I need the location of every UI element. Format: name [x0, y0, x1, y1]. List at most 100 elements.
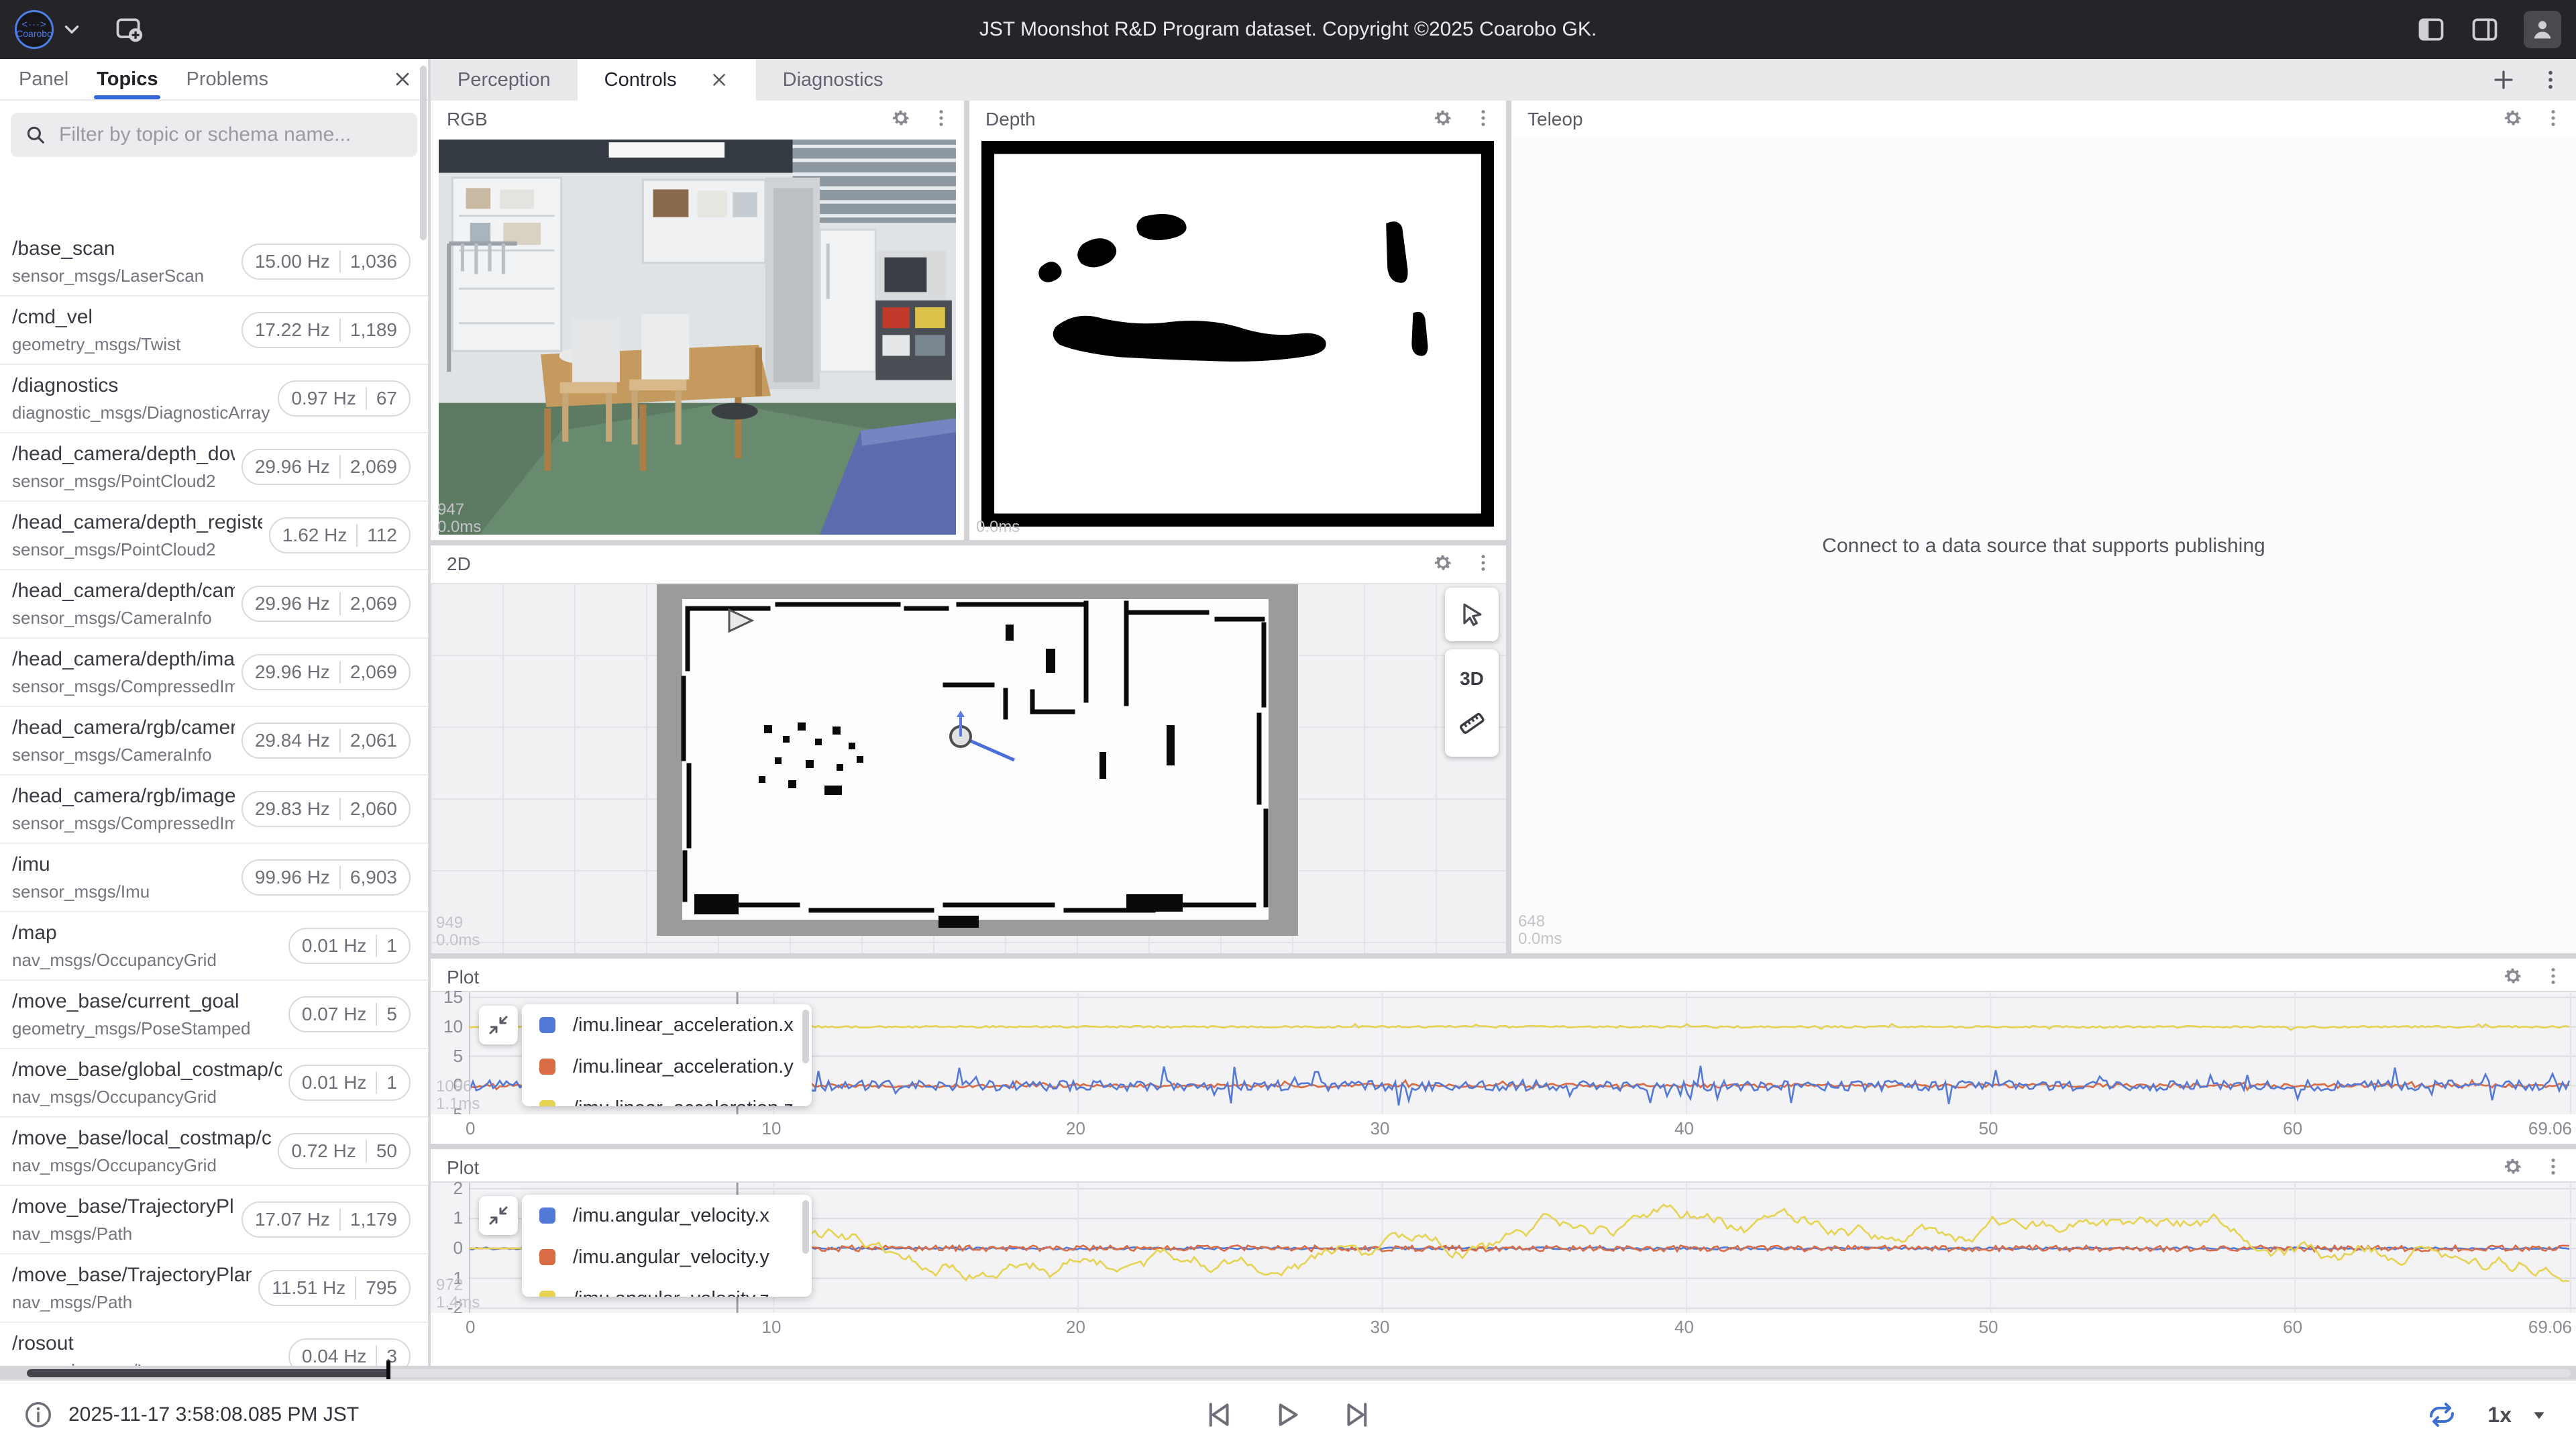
topic-row[interactable]: /diagnostics diagnostic_msgs/DiagnosticA… — [0, 365, 428, 433]
legend-item[interactable]: /imu.linear_acceleration.z — [522, 1087, 812, 1106]
seek-to-end-button[interactable] — [1340, 1397, 1376, 1433]
topic-frequency-badge: 0.01 Hz1 — [288, 928, 411, 964]
sidebar-scrollbar[interactable] — [420, 66, 427, 240]
timeline-track[interactable] — [27, 1369, 2571, 1377]
topic-schema: sensor_msgs/PointCloud2 — [12, 539, 262, 560]
legend-item[interactable]: /imu.angular_velocity.x — [522, 1195, 812, 1236]
legend-item[interactable]: /imu.angular_velocity.z — [522, 1278, 812, 1297]
rgb-menu-kebab-icon[interactable] — [930, 107, 952, 132]
playback-timeline[interactable] — [0, 1367, 2576, 1379]
topic-row[interactable]: /imu sensor_msgs/Imu 99.96 Hz6,903 — [0, 844, 428, 912]
layout-tab-perception[interactable]: Perception — [431, 59, 578, 101]
plot-y-tick: 1 — [432, 1208, 463, 1228]
legend-scrollbar[interactable] — [802, 1010, 809, 1063]
depth-panel: Depth 0.0ms — [969, 101, 1506, 540]
topic-row[interactable]: /move_base/TrajectoryPlann... nav_msgs/P… — [0, 1186, 428, 1254]
map-2d-settings-gear-icon[interactable] — [1432, 552, 1454, 577]
map-3d-ruler-toolbar: 3D — [1445, 649, 1499, 757]
seek-to-start-button[interactable] — [1200, 1397, 1236, 1433]
topic-hz: 0.07 Hz — [302, 1004, 367, 1025]
left-sidebar: PanelTopicsProblems /base_scan sensor_ms… — [0, 59, 429, 1366]
topic-schema: sensor_msgs/CameraInfo — [12, 608, 235, 629]
coarobo-logo[interactable]: <···> Coarobo — [15, 10, 54, 49]
cursor-icon — [1457, 600, 1487, 629]
topic-hz: 17.22 Hz — [255, 319, 330, 341]
sidebar-tab-panel[interactable]: Panel — [9, 59, 78, 99]
add-panel-button[interactable] — [114, 15, 144, 44]
topic-name: /move_base/TrajectoryPlann... — [12, 1195, 235, 1218]
topic-name: /base_scan — [12, 237, 235, 260]
plot-menu-kebab-icon[interactable] — [2542, 965, 2564, 990]
topic-hz: 29.96 Hz — [255, 661, 330, 683]
topic-row[interactable]: /cmd_vel geometry_msgs/Twist 17.22 Hz1,1… — [0, 297, 428, 365]
plot-x-tick: 60 — [2283, 1317, 2302, 1338]
plot-x-tick: 69.06 — [2528, 1317, 2572, 1338]
depth-settings-gear-icon[interactable] — [1432, 107, 1454, 132]
measure-ruler-icon[interactable] — [1456, 708, 1487, 739]
topic-row[interactable]: /rosout rosgraph_msgs/Log 0.04 Hz3 — [0, 1323, 428, 1366]
plot-y-tick: 0 — [432, 1075, 463, 1095]
rgb-panel-title: RGB — [447, 109, 488, 130]
teleop-menu-kebab-icon[interactable] — [2542, 107, 2564, 132]
legend-item[interactable]: /imu.linear_acceleration.y — [522, 1046, 812, 1087]
legend-item[interactable]: /imu.linear_acceleration.x — [522, 1004, 812, 1046]
sidebar-tab-topics[interactable]: Topics — [87, 59, 167, 99]
topic-row[interactable]: /move_base/global_costmap/cost... nav_ms… — [0, 1049, 428, 1118]
topic-row[interactable]: /head_camera/depth_downsa... sensor_msgs… — [0, 433, 428, 502]
legend-scrollbar[interactable] — [802, 1200, 809, 1254]
app-menu-chevron-down-icon[interactable] — [60, 18, 83, 41]
topic-schema: nav_msgs/OccupancyGrid — [12, 1155, 271, 1176]
toggle-left-sidebar-button[interactable] — [2416, 15, 2446, 44]
plot-y-tick: 0 — [432, 1238, 463, 1258]
teleop-settings-gear-icon[interactable] — [2502, 107, 2524, 132]
topic-count: 1 — [386, 935, 397, 957]
topic-row[interactable]: /move_base/current_goal geometry_msgs/Po… — [0, 981, 428, 1049]
plot-x-tick: 10 — [762, 1317, 782, 1338]
topic-row[interactable]: /head_camera/depth_registered... sensor_… — [0, 502, 428, 570]
plot-settings-gear-icon[interactable] — [2502, 965, 2524, 990]
map-2d-viewport[interactable]: 3D 9490.0ms — [431, 583, 1506, 953]
legend-collapse-button[interactable] — [479, 1006, 518, 1044]
toggle-right-sidebar-button[interactable] — [2470, 15, 2500, 44]
legend-item[interactable]: /imu.angular_velocity.y — [522, 1236, 812, 1278]
tab-close-icon[interactable] — [709, 70, 729, 90]
sidebar-tab-problems[interactable]: Problems — [176, 59, 278, 99]
topic-name: /move_base/global_costmap/cost... — [12, 1059, 282, 1081]
topic-hz: 0.01 Hz — [302, 1072, 367, 1093]
topic-row[interactable]: /move_base/local_costmap/cost... nav_msg… — [0, 1118, 428, 1186]
topic-row[interactable]: /head_camera/rgb/camera_info sensor_msgs… — [0, 707, 428, 775]
topic-schema: sensor_msgs/PointCloud2 — [12, 471, 235, 492]
topic-name: /imu — [12, 853, 235, 876]
map-3d-toggle-button[interactable]: 3D — [1460, 668, 1484, 690]
play-button[interactable] — [1270, 1397, 1306, 1433]
map-cursor-tool-button[interactable] — [1445, 588, 1499, 641]
topic-hz: 29.96 Hz — [255, 593, 330, 614]
topic-count: 2,061 — [350, 730, 397, 751]
legend-collapse-button[interactable] — [479, 1196, 518, 1235]
rgb-panel: RGB 9470.0ms — [431, 101, 964, 540]
add-tab-plus-icon[interactable] — [2491, 68, 2516, 92]
depth-menu-kebab-icon[interactable] — [1472, 107, 1494, 132]
plot-settings-gear-icon[interactable] — [2502, 1156, 2524, 1181]
plot-x-tick: 10 — [762, 1118, 782, 1139]
topic-row[interactable]: /head_camera/depth/camera... sensor_msgs… — [0, 570, 428, 639]
sidebar-close-icon[interactable] — [392, 68, 413, 90]
topic-filter-input[interactable] — [59, 123, 404, 146]
topic-hz: 29.83 Hz — [255, 798, 330, 820]
layout-tab-diagnostics[interactable]: Diagnostics — [756, 59, 910, 101]
plot-x-tick: 20 — [1066, 1118, 1085, 1139]
topic-row[interactable]: /move_base/TrajectoryPlanner... nav_msgs… — [0, 1254, 428, 1323]
topic-row[interactable]: /map nav_msgs/OccupancyGrid 0.01 Hz1 — [0, 912, 428, 981]
topic-row[interactable]: /head_camera/rgb/image_ra... sensor_msgs… — [0, 775, 428, 844]
plot-menu-kebab-icon[interactable] — [2542, 1156, 2564, 1181]
topic-row[interactable]: /head_camera/depth/image_r... sensor_msg… — [0, 639, 428, 707]
layout-tab-controls[interactable]: Controls — [578, 59, 756, 101]
tab-bar-kebab-icon[interactable] — [2538, 68, 2563, 92]
rgb-settings-gear-icon[interactable] — [890, 107, 912, 132]
depth-image — [981, 141, 1494, 527]
topic-schema: sensor_msgs/CameraInfo — [12, 745, 235, 765]
topic-row[interactable]: /base_scan sensor_msgs/LaserScan 15.00 H… — [0, 228, 428, 297]
user-account-button[interactable] — [2524, 11, 2561, 48]
legend-color-swatch — [539, 1249, 555, 1265]
map-2d-menu-kebab-icon[interactable] — [1472, 552, 1494, 577]
